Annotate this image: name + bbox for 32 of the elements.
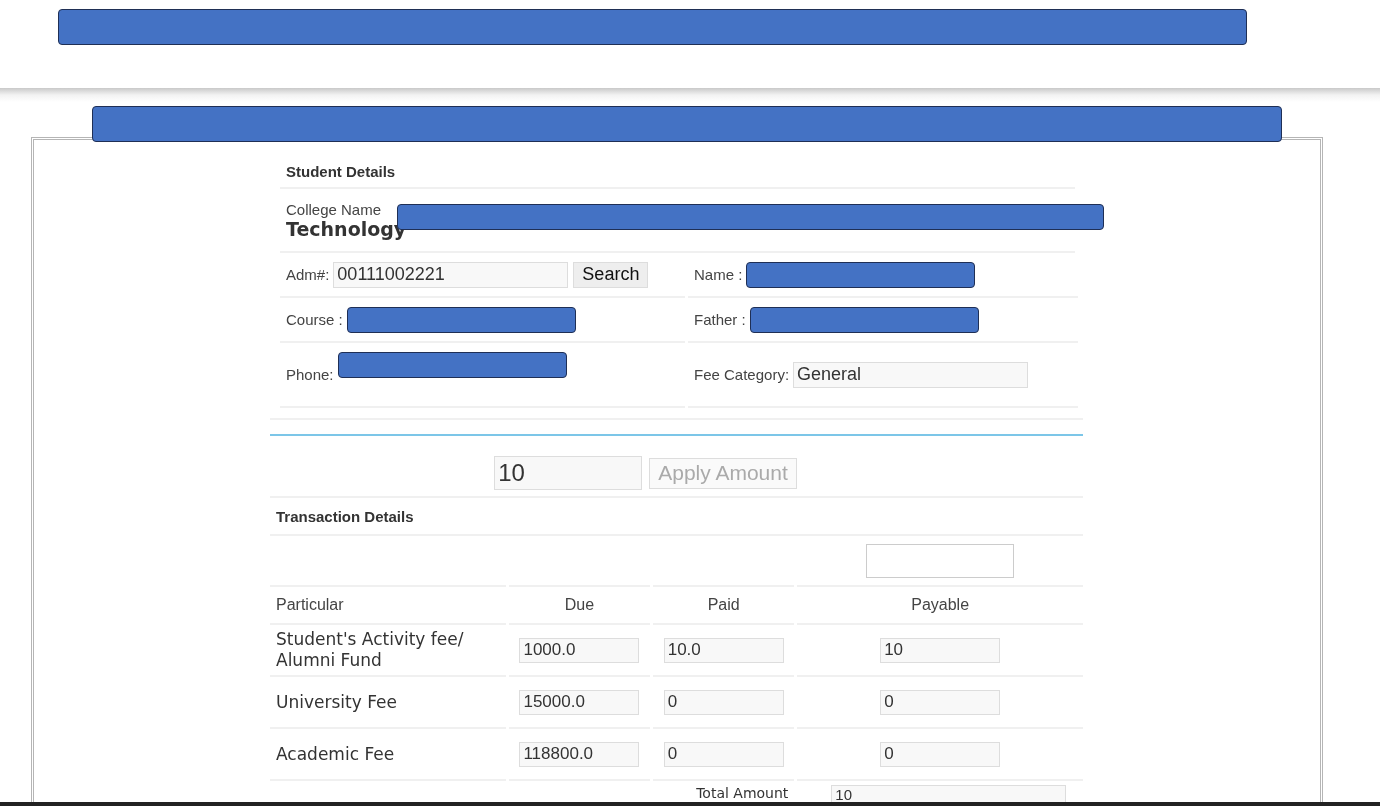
total-label: Total Amount [696, 785, 789, 801]
input-field[interactable]: General [793, 361, 1029, 388]
input-field[interactable]: 1000.0 [519, 637, 640, 663]
fee-name: University Fee [276, 691, 397, 712]
field-label: College Name [286, 200, 382, 218]
fee-name: Student's Activity fee/ Alumni Fund [276, 629, 464, 670]
input-field[interactable]: 118800.0 [519, 741, 640, 767]
column-header: Due [564, 596, 595, 613]
input-field[interactable]: 00111002221 [333, 261, 569, 288]
input-field[interactable]: 0 [663, 689, 784, 715]
field-label: Course : [286, 311, 343, 328]
field-label: Fee Category: [694, 366, 790, 383]
input-field[interactable]: 10 [831, 785, 1067, 803]
column-header: Paid [707, 596, 740, 613]
college-name: Technology [286, 217, 407, 240]
input-field[interactable] [866, 543, 1015, 578]
input-field[interactable]: 0 [880, 689, 1001, 715]
input-field[interactable]: 0 [880, 741, 1001, 767]
field-label: Father : [694, 311, 746, 328]
input-field[interactable]: 10 [880, 637, 1001, 663]
input-field[interactable]: 0 [663, 741, 784, 767]
field-label: Name : [694, 266, 743, 283]
search-button[interactable]: Search [573, 261, 649, 288]
section-title: Student Details [286, 162, 396, 180]
input-field[interactable]: 15000.0 [519, 689, 640, 715]
input-field[interactable]: 10.0 [663, 637, 784, 663]
column-header: Particular [276, 596, 344, 613]
fee-name: Academic Fee [276, 743, 395, 764]
column-header: Payable [911, 596, 970, 613]
field-label: Adm#: [286, 266, 330, 283]
section-title: Transaction Details [276, 507, 414, 525]
field-label: Phone: [286, 366, 334, 383]
